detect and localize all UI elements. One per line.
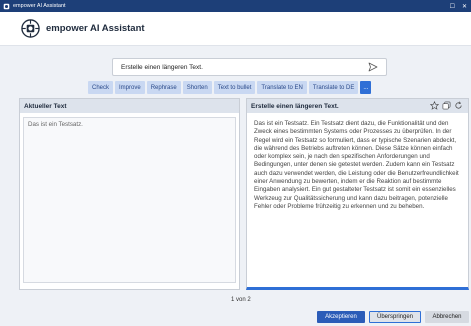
- current-text-panel-title: Aktueller Text: [20, 99, 239, 113]
- app-icon: [3, 3, 10, 10]
- close-icon[interactable]: ✕: [462, 3, 467, 10]
- result-panel: Erstelle einen längeren Text. Das ist ei…: [246, 98, 469, 290]
- app-title: empower AI Assistant: [46, 23, 145, 34]
- maximize-icon[interactable]: ☐: [450, 3, 455, 10]
- check-button[interactable]: Check: [88, 81, 114, 94]
- star-icon[interactable]: [430, 101, 439, 110]
- copy-icon[interactable]: [442, 101, 451, 110]
- current-text-panel: Aktueller Text Das ist ein Testsatz.: [19, 98, 240, 290]
- window-title: empower AI Assistant: [13, 3, 66, 9]
- text-to-bullet-button[interactable]: Text to bullet: [213, 81, 256, 94]
- app-header: empower AI Assistant: [0, 12, 471, 46]
- prompt-input-value: Erstelle einen längeren Text.: [121, 63, 203, 71]
- skip-button[interactable]: Überspringen: [369, 311, 421, 323]
- logo-icon: [21, 19, 40, 38]
- translate-de-button[interactable]: Translate to DE: [308, 81, 359, 94]
- shorten-button[interactable]: Shorten: [182, 81, 212, 94]
- current-text-body[interactable]: Das ist ein Testsatz.: [23, 117, 236, 283]
- result-panel-header: Erstelle einen längeren Text.: [247, 99, 468, 113]
- quick-action-bar: Check Improve Rephrase Shorten Text to b…: [88, 81, 372, 94]
- result-panel-title: Erstelle einen längeren Text.: [251, 102, 339, 110]
- more-actions-button[interactable]: ...: [360, 81, 372, 94]
- page-indicator: 1 von 2: [231, 297, 251, 303]
- translate-en-button[interactable]: Translate to EN: [257, 81, 307, 94]
- regenerate-icon[interactable]: [454, 101, 463, 110]
- cancel-button[interactable]: Abbrechen: [425, 311, 469, 323]
- prompt-input[interactable]: Erstelle einen längeren Text.: [112, 58, 387, 76]
- improve-button[interactable]: Improve: [115, 81, 145, 94]
- rephrase-button[interactable]: Rephrase: [146, 81, 181, 94]
- result-text-body[interactable]: Das ist ein Testsatz. Ein Testsatz dient…: [250, 117, 465, 281]
- send-icon[interactable]: [368, 62, 378, 72]
- accept-button[interactable]: Akzeptieren: [317, 311, 365, 323]
- window-titlebar: empower AI Assistant ☐ ✕: [0, 0, 471, 12]
